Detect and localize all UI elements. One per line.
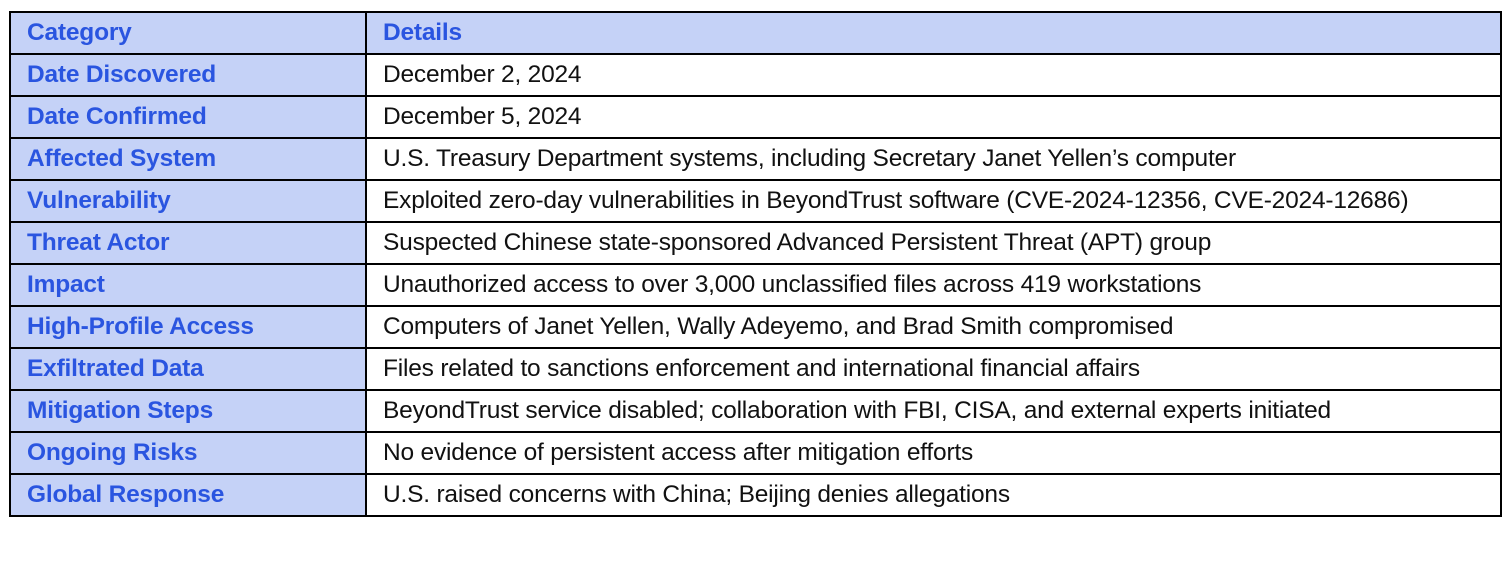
category-cell: High-Profile Access [9, 305, 367, 349]
category-cell: Exfiltrated Data [9, 347, 367, 391]
category-cell: Impact [9, 263, 367, 307]
category-cell: Global Response [9, 473, 367, 517]
details-cell: December 2, 2024 [365, 53, 1502, 97]
table-row-threat-actor: Threat Actor Suspected Chinese state-spo… [9, 221, 1502, 265]
incident-details-table: Category Details Date Discovered Decembe… [9, 11, 1502, 517]
category-cell: Date Confirmed [9, 95, 367, 139]
details-cell: U.S. raised concerns with China; Beijing… [365, 473, 1502, 517]
header-category: Category [9, 11, 367, 55]
table-row-impact: Impact Unauthorized access to over 3,000… [9, 263, 1502, 307]
details-cell: No evidence of persistent access after m… [365, 431, 1502, 475]
table-row-mitigation-steps: Mitigation Steps BeyondTrust service dis… [9, 389, 1502, 433]
table-row-exfiltrated-data: Exfiltrated Data Files related to sancti… [9, 347, 1502, 391]
details-cell: December 5, 2024 [365, 95, 1502, 139]
details-cell: U.S. Treasury Department systems, includ… [365, 137, 1502, 181]
details-cell: Files related to sanctions enforcement a… [365, 347, 1502, 391]
category-cell: Vulnerability [9, 179, 367, 223]
table-header-row: Category Details [9, 11, 1502, 55]
details-cell: Suspected Chinese state-sponsored Advanc… [365, 221, 1502, 265]
table-row-global-response: Global Response U.S. raised concerns wit… [9, 473, 1502, 517]
table-row-date-discovered: Date Discovered December 2, 2024 [9, 53, 1502, 97]
header-details: Details [365, 11, 1502, 55]
details-cell: Computers of Janet Yellen, Wally Adeyemo… [365, 305, 1502, 349]
details-cell: Unauthorized access to over 3,000 unclas… [365, 263, 1502, 307]
table-row-date-confirmed: Date Confirmed December 5, 2024 [9, 95, 1502, 139]
table-row-ongoing-risks: Ongoing Risks No evidence of persistent … [9, 431, 1502, 475]
table-row-vulnerability: Vulnerability Exploited zero-day vulnera… [9, 179, 1502, 223]
category-cell: Date Discovered [9, 53, 367, 97]
details-cell: BeyondTrust service disabled; collaborat… [365, 389, 1502, 433]
details-cell: Exploited zero-day vulnerabilities in Be… [365, 179, 1502, 223]
category-cell: Ongoing Risks [9, 431, 367, 475]
table-row-affected-system: Affected System U.S. Treasury Department… [9, 137, 1502, 181]
category-cell: Mitigation Steps [9, 389, 367, 433]
category-cell: Threat Actor [9, 221, 367, 265]
category-cell: Affected System [9, 137, 367, 181]
table-row-high-profile-access: High-Profile Access Computers of Janet Y… [9, 305, 1502, 349]
